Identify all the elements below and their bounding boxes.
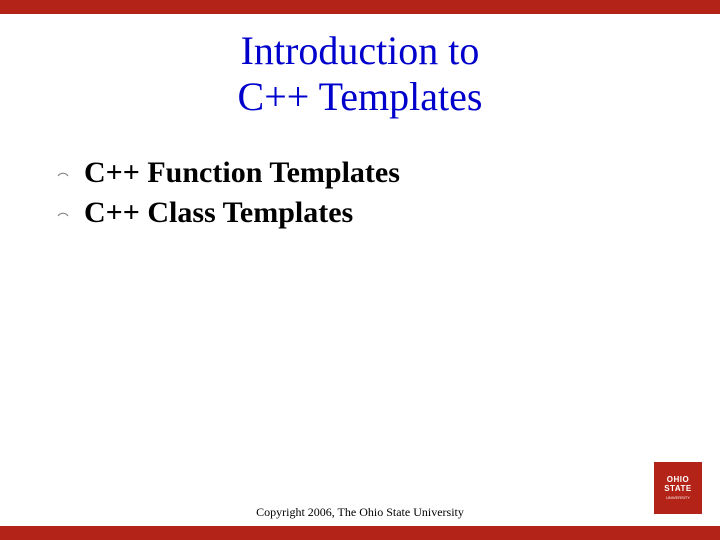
bullet-arc-icon	[56, 205, 76, 225]
title-line-2: C++ Templates	[238, 74, 483, 119]
bullet-list: C++ Function Templates C++ Class Templat…	[56, 156, 720, 230]
slide-footer: Copyright 2006, The Ohio State Universit…	[0, 505, 720, 540]
slide-title: Introduction to C++ Templates	[0, 28, 720, 120]
logo-line-2: STATE	[664, 485, 692, 494]
copyright-text: Copyright 2006, The Ohio State Universit…	[0, 505, 720, 520]
logo-sub: UNIVERSITY	[666, 495, 690, 500]
list-item: C++ Class Templates	[56, 196, 720, 230]
top-accent-bar	[0, 0, 720, 14]
bullet-text: C++ Function Templates	[84, 156, 400, 190]
bottom-accent-bar	[0, 526, 720, 540]
list-item: C++ Function Templates	[56, 156, 720, 190]
bullet-text: C++ Class Templates	[84, 196, 353, 230]
title-line-1: Introduction to	[241, 28, 480, 73]
bullet-arc-icon	[56, 165, 76, 185]
